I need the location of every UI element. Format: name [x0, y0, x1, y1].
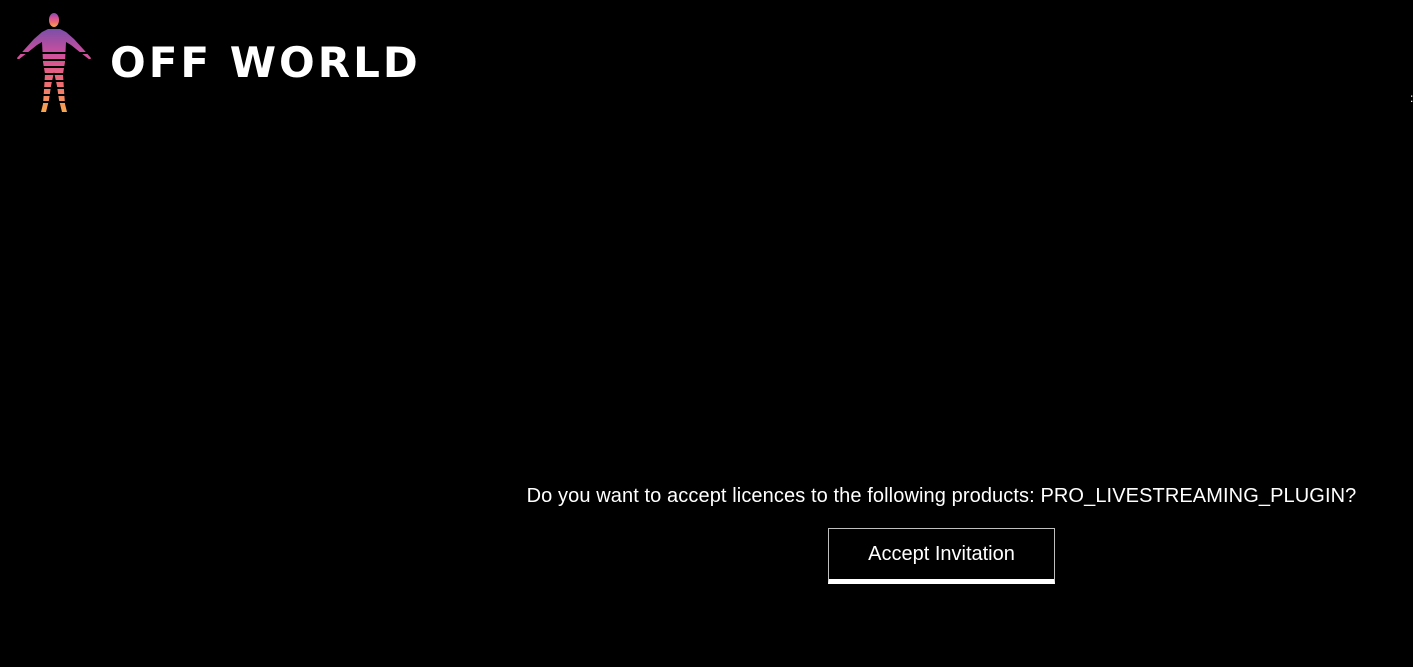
- invitation-question: Do you want to accept licences to the fo…: [526, 485, 1357, 507]
- brand-name: OFF WORLD: [110, 38, 421, 87]
- brand-logo-link[interactable]: OFF WORLD: [14, 12, 421, 116]
- human-figure-logo-icon: [17, 13, 91, 112]
- page: OFF WORLD : Do you want to accept licenc…: [0, 0, 1413, 667]
- invitation-panel: Do you want to accept licences to the fo…: [470, 478, 1413, 584]
- site-header: OFF WORLD :: [0, 0, 1413, 130]
- accept-invitation-button[interactable]: Accept Invitation: [828, 528, 1055, 584]
